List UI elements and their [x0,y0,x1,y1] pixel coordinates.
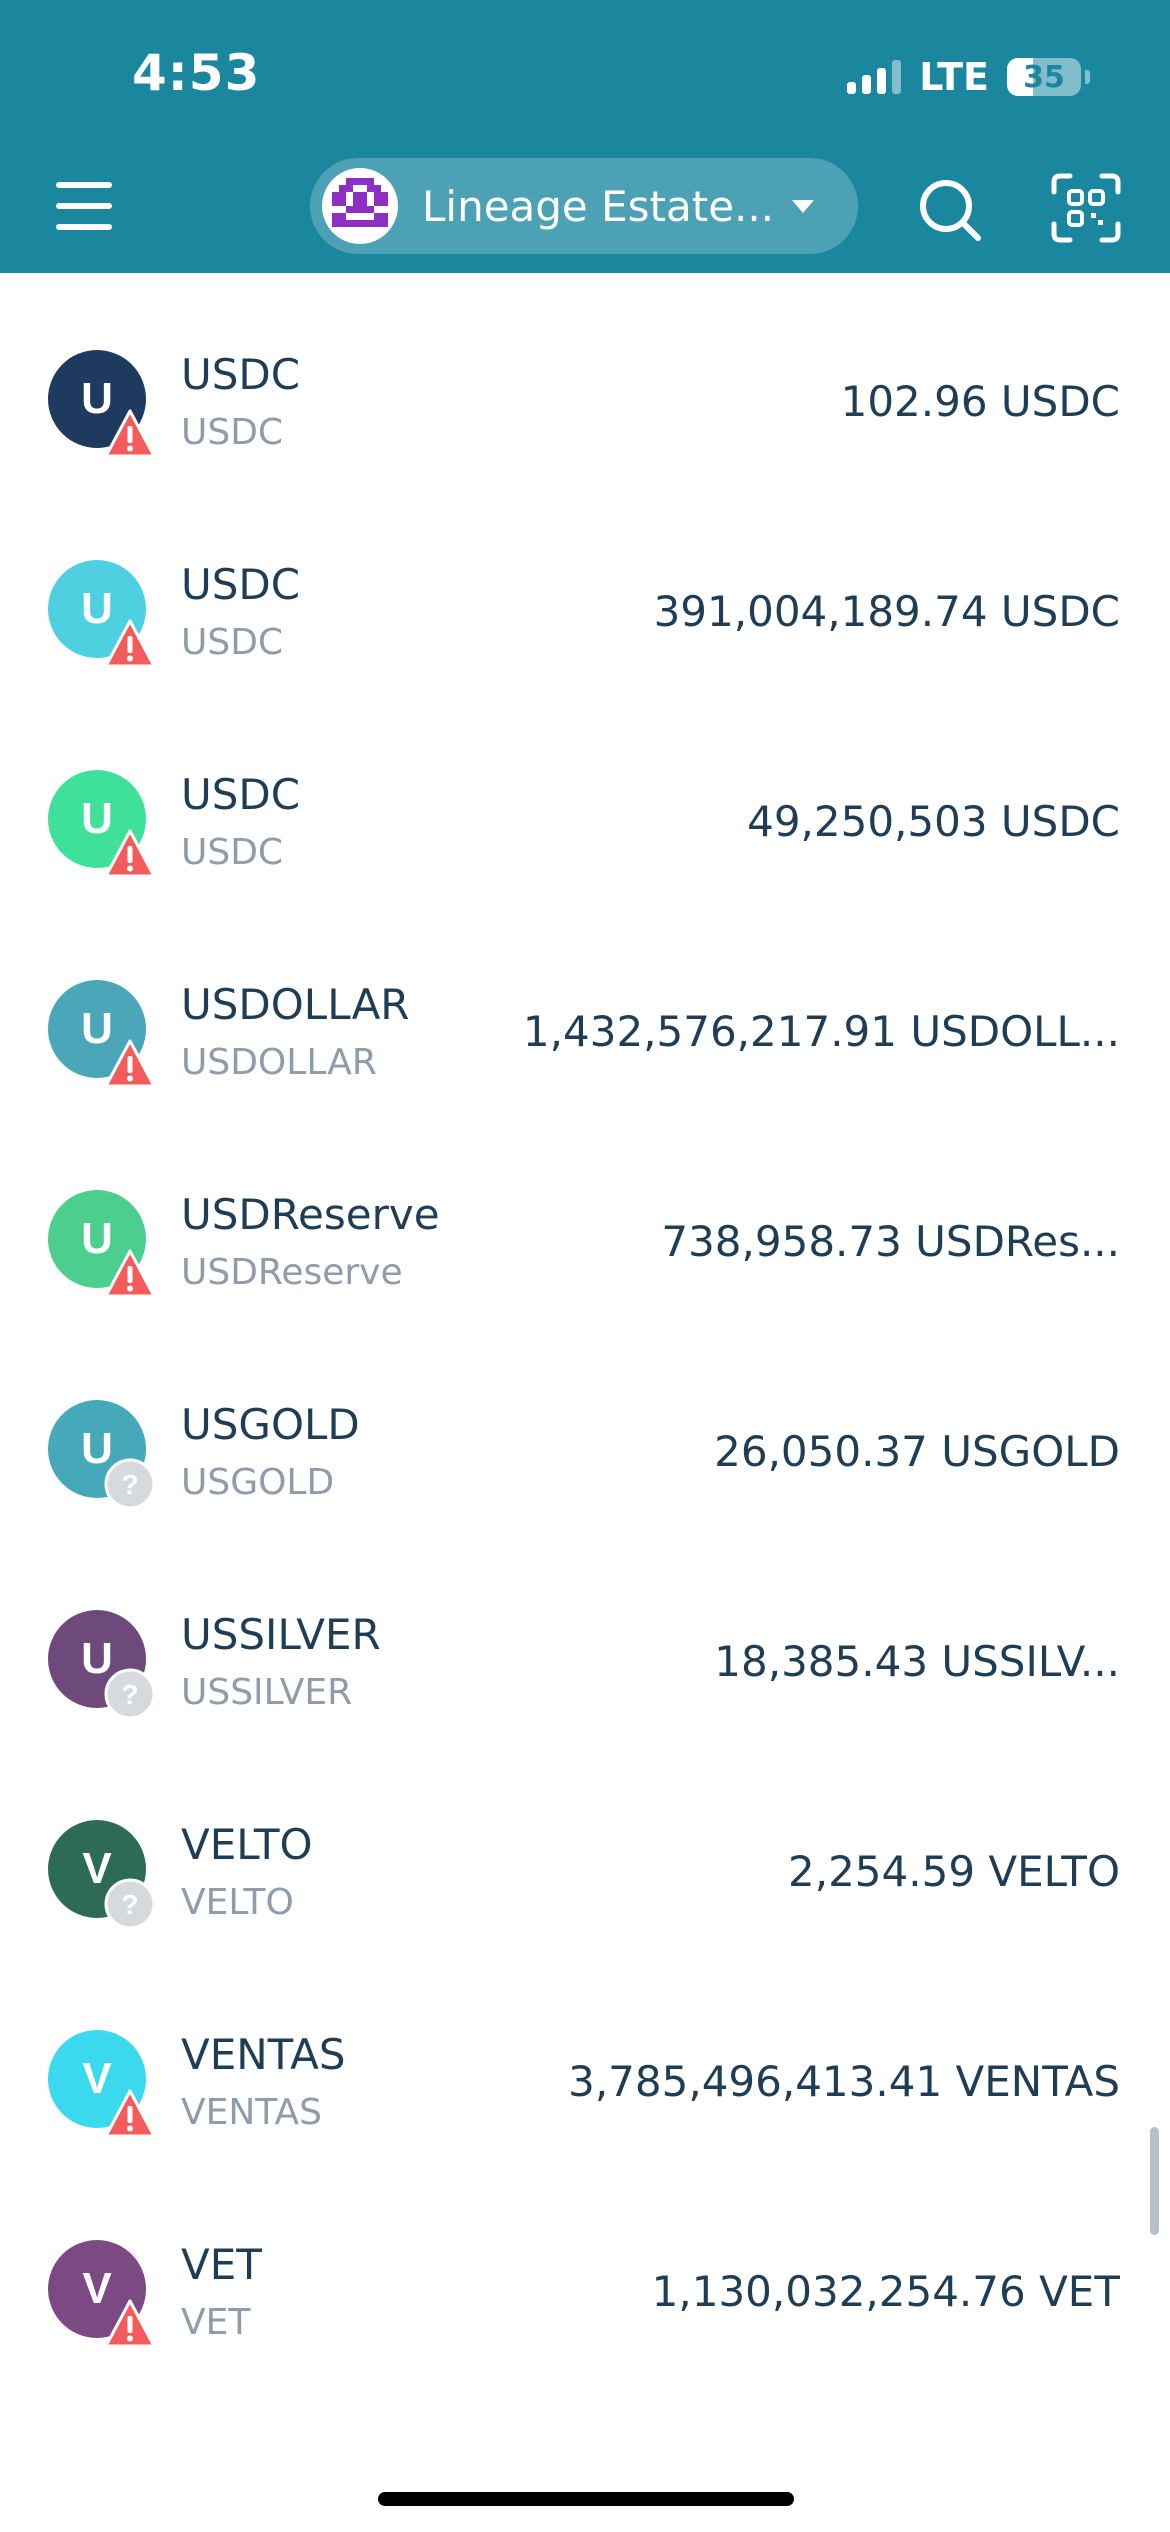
status-time: 4:53 [132,44,261,102]
svg-text:?: ? [121,1679,138,1710]
signal-icon [847,60,902,94]
token-balance: 3,785,496,413.41 VENTAS [568,2057,1120,2106]
token-row[interactable]: U? USGOLD USGOLD 26,050.37 USGOLD [0,1350,1170,1560]
token-symbol: VENTAS [181,2092,322,2133]
token-list-screen: 4:53 LTE 35 Lineage Estate... U USDC USD… [0,0,1170,2532]
token-icon: U? [48,1610,158,1720]
unknown-icon: ? [104,1458,156,1510]
network-type: LTE [919,55,989,99]
token-balance: 1,130,032,254.76 VET [651,2267,1120,2316]
token-icon: U [48,1190,158,1300]
token-name: VELTO [181,1820,313,1869]
token-name: VENTAS [181,2030,346,2079]
token-balance: 49,250,503 USDC [747,797,1120,846]
token-balance: 18,385.43 USSILV... [714,1637,1120,1686]
menu-button[interactable] [52,178,116,234]
token-symbol: USDC [181,832,284,873]
token-balance: 2,254.59 VELTO [788,1847,1120,1896]
token-symbol: USDC [181,412,284,453]
warning-icon [104,2088,156,2140]
token-row[interactable]: V VENTAS VENTAS 3,785,496,413.41 VENTAS [0,1980,1170,2190]
token-icon: U [48,770,158,880]
token-balance: 738,958.73 USDRes... [661,1217,1120,1266]
unknown-icon: ? [104,1878,156,1930]
unknown-icon: ? [104,1668,156,1720]
token-symbol: USDOLLAR [181,1042,377,1083]
warning-icon [104,618,156,670]
token-row[interactable]: U USDC USDC 391,004,189.74 USDC [0,510,1170,720]
token-symbol: USDReserve [181,1252,403,1293]
token-row[interactable]: U USDOLLAR USDOLLAR 1,432,576,217.91 USDOLL… [0,930,1170,1140]
token-symbol: USDC [181,622,284,663]
token-icon: U [48,980,158,1090]
token-symbol: VET [181,2302,251,2343]
svg-text:?: ? [121,1889,138,1920]
token-symbol: USSILVER [181,1672,353,1713]
token-row[interactable]: U? USSILVER USSILVER 18,385.43 USSILV... [0,1560,1170,1770]
warning-icon [104,408,156,460]
token-name: USDC [181,770,301,819]
warning-icon [104,1248,156,1300]
search-icon [920,180,981,241]
home-indicator[interactable] [378,2492,794,2506]
warning-icon [104,828,156,880]
token-icon: V [48,2240,158,2350]
battery-icon: 35 [1007,58,1081,96]
search-button[interactable] [914,174,986,246]
token-name: USGOLD [181,1400,360,1449]
token-icon: U [48,350,158,460]
token-row[interactable]: V VET VET 1,130,032,254.76 VET [0,2190,1170,2400]
token-symbol: VELTO [181,1882,294,1923]
warning-icon [104,2298,156,2350]
scan-button[interactable] [1050,172,1122,244]
chevron-down-icon [792,199,814,213]
battery-tip [1085,70,1090,84]
token-icon: U [48,560,158,670]
token-row[interactable]: U USDC USDC 49,250,503 USDC [0,720,1170,930]
wallet-avatar [322,168,398,244]
token-row[interactable]: U USDReserve USDReserve 738,958.73 USDRes..… [0,1140,1170,1350]
token-row[interactable]: V? VELTO VELTO 2,254.59 VELTO [0,1770,1170,1980]
token-name: USDC [181,560,301,609]
token-name: USDOLLAR [181,980,410,1029]
token-balance: 1,432,576,217.91 USDOLL... [522,1007,1120,1056]
wallet-selector[interactable]: Lineage Estate... [310,158,858,254]
token-row[interactable]: U USDC USDC 102.96 USDC [0,300,1170,510]
header-bar: 4:53 LTE 35 Lineage Estate... [0,0,1170,273]
scan-icon [1051,173,1121,243]
token-balance: 391,004,189.74 USDC [653,587,1120,636]
token-name: USSILVER [181,1610,381,1659]
token-balance: 102.96 USDC [840,377,1120,426]
token-balance: 26,050.37 USGOLD [714,1427,1120,1476]
token-name: VET [181,2240,262,2289]
wallet-identicon [332,178,388,227]
token-icon: U? [48,1400,158,1510]
token-symbol: USGOLD [181,1462,335,1503]
scroll-indicator[interactable] [1150,2127,1159,2235]
wallet-name: Lineage Estate... [422,181,775,231]
status-indicators: LTE 35 [847,52,1090,102]
token-list: U USDC USDC 102.96 USDC U USDC USDC 391,004,189… [0,300,1170,2400]
svg-text:?: ? [121,1469,138,1500]
token-name: USDReserve [181,1190,440,1239]
token-icon: V [48,2030,158,2140]
battery-level: 35 [1023,59,1065,95]
token-icon: V? [48,1820,158,1930]
token-name: USDC [181,350,301,399]
warning-icon [104,1038,156,1090]
